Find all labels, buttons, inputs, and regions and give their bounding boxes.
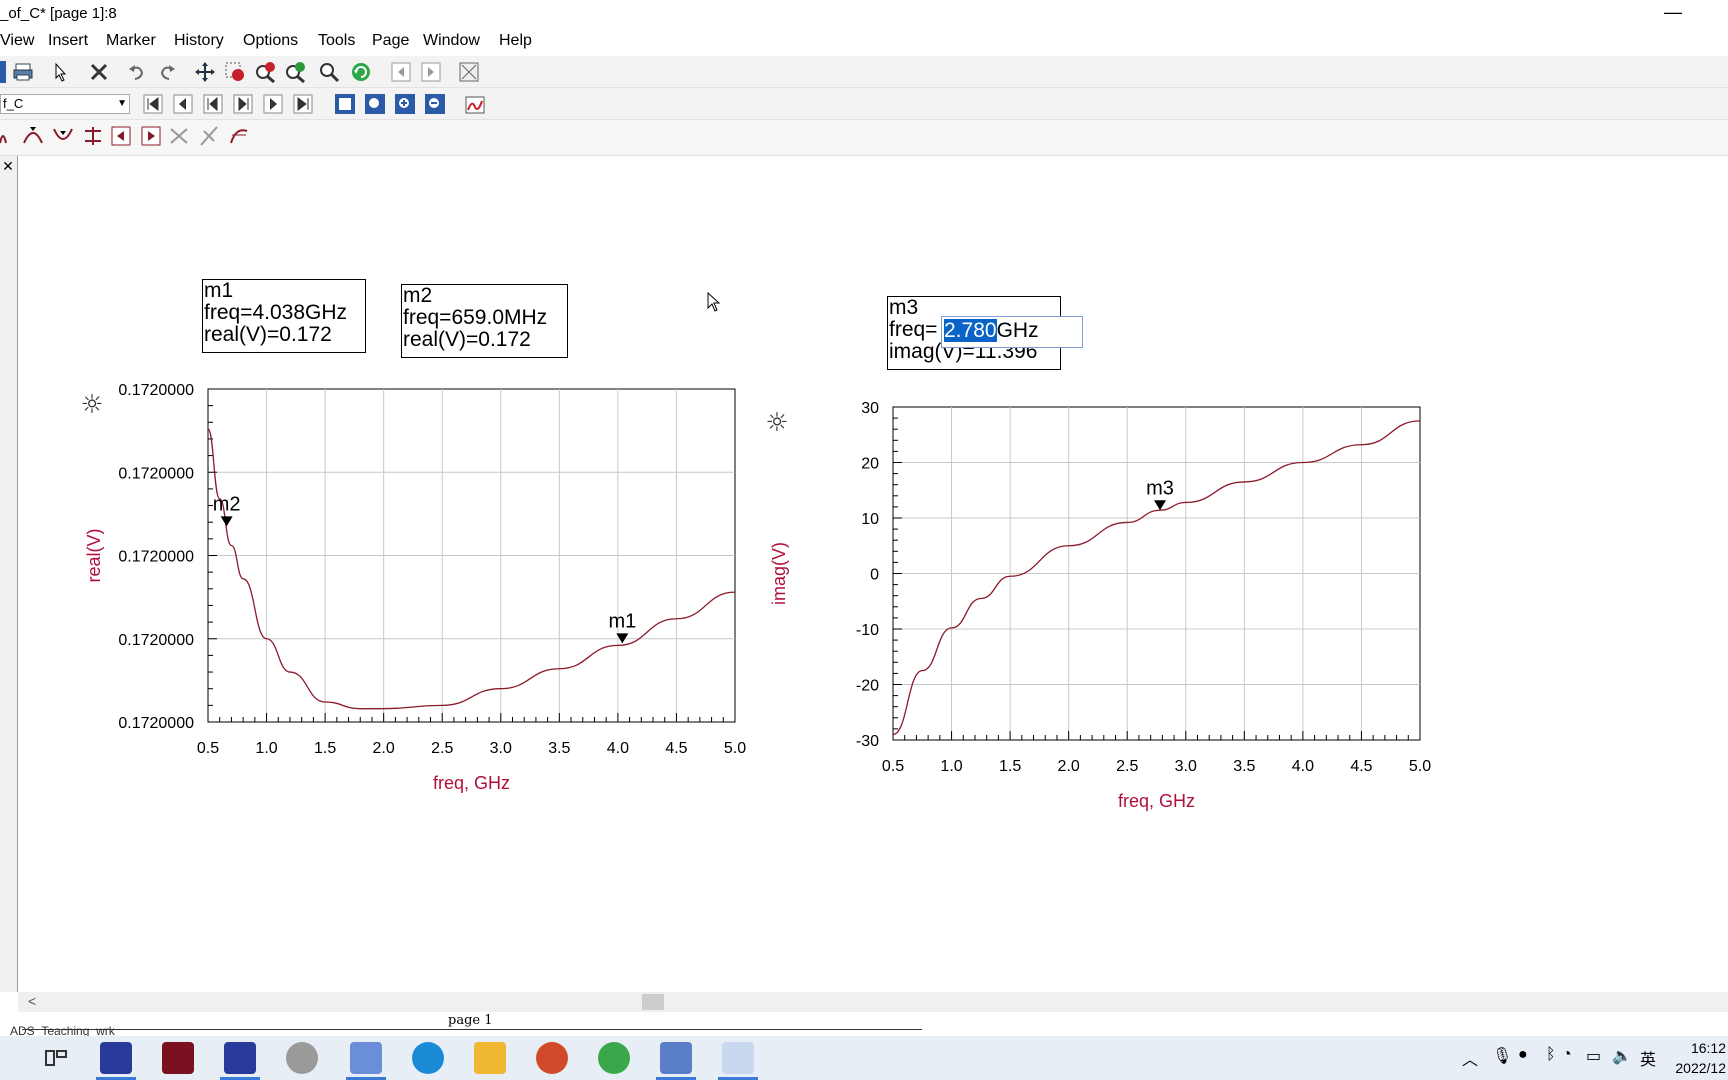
plot-imag-x-axis-label: freq, GHz: [1118, 791, 1195, 811]
avatar-app-icon[interactable]: [286, 1042, 318, 1074]
powerpoint-icon[interactable]: [536, 1042, 568, 1074]
plot-real-x-tick-label: 4.5: [665, 740, 687, 757]
plot-imag-x-tick-label: 2.0: [1058, 758, 1080, 775]
marker-m1-label: m1: [608, 610, 636, 632]
plot-real-y-tick-label: 0.1720000: [118, 465, 194, 482]
plot-real-x-axis-label: freq, GHz: [433, 773, 510, 793]
plot-real-x-tick-label: 4.0: [607, 740, 629, 757]
plot-real-x-tick-label: 5.0: [724, 740, 746, 757]
plot-real-x-tick-label: 3.5: [548, 740, 570, 757]
plot-imag-y-tick-label: -30: [856, 733, 879, 750]
chrome-browser-icon[interactable]: [598, 1042, 630, 1074]
marker-m2-freq: freq=659.0MHz: [403, 306, 548, 329]
status-bar: _ADS_Teaching_wrk: [0, 1024, 1728, 1038]
marker-m2-readout[interactable]: m2 freq=659.0MHz real(V)=0.172: [401, 284, 568, 358]
marker-m2-name: m2: [403, 284, 433, 307]
plot-real-x-tick-label: 2.0: [373, 740, 395, 757]
marker-m3-freq-unit: GHz: [996, 319, 1039, 342]
plot-imag-x-tick-label: 4.0: [1292, 758, 1314, 775]
plot-imag-x-tick-label: 3.0: [1175, 758, 1197, 775]
marker-m2-value: real(V)=0.172: [403, 328, 531, 351]
plot-real-x-tick-label: 1.5: [314, 740, 336, 757]
clock[interactable]: 16:12 2022/12: [1675, 1038, 1726, 1078]
plot-imag-x-tick-label: 4.5: [1350, 758, 1372, 775]
file-explorer-icon[interactable]: [474, 1042, 506, 1074]
plot-imag-settings-icon: ☼: [765, 408, 788, 438]
plot-real-y-tick-label: 0.1720000: [118, 632, 194, 649]
ads-app-icon[interactable]: [100, 1042, 132, 1074]
marker-m3-freq-selected: 2.780: [944, 319, 997, 342]
bluetooth-icon[interactable]: ᛒ: [1546, 1046, 1556, 1064]
plot-real-y-tick-label: 0.1720000: [118, 549, 194, 566]
plot-imag-y-tick-label: 0: [870, 567, 879, 584]
wifi-icon[interactable]: ◔: [1562, 1046, 1572, 1064]
plot-real-x-tick-label: 2.5: [431, 740, 453, 757]
plot-real-y-tick-label: 0.1720000: [118, 715, 194, 732]
window-app-icon[interactable]: [660, 1042, 692, 1074]
plot-real-settings-icon: ☼: [80, 390, 103, 420]
plot-real-x-tick-label: 3.0: [490, 740, 512, 757]
plot-imag-y-tick-label: 20: [861, 456, 879, 473]
qq-icon[interactable]: ●: [1518, 1046, 1528, 1064]
plot-imag-y-axis-label: imag(V): [769, 542, 789, 605]
plots-layer: 0.5 1.0 1.5 2.0 2.5 3.0 3.5 4.0 4.5 5.00.17200000…: [80, 382, 1431, 811]
plot-real-x-tick-label: 0.5: [197, 740, 219, 757]
plot-imag-x-tick-label: 0.5: [882, 758, 904, 775]
marker-m1-freq: freq=4.038GHz: [204, 301, 348, 324]
marker-m3-label: m3: [1146, 477, 1174, 499]
plot-real-y-tick-label: 0.1720000: [118, 382, 194, 399]
plot-imag-x-tick-label: 5.0: [1409, 758, 1431, 775]
plot-imag-y-tick-label: 30: [861, 400, 879, 417]
edge-browser-icon[interactable]: [412, 1042, 444, 1074]
horizontal-scrollbar[interactable]: <: [18, 992, 1728, 1012]
data-display-app-icon[interactable]: [722, 1042, 754, 1074]
scroll-thumb[interactable]: [642, 994, 664, 1010]
ime-indicator[interactable]: 英: [1640, 1046, 1656, 1070]
battery-icon[interactable]: ▭: [1586, 1046, 1601, 1066]
scroll-left-icon[interactable]: <: [28, 993, 36, 1009]
plot-imag-x-tick-label: 1.0: [940, 758, 962, 775]
clock-date: 2022/12: [1675, 1060, 1726, 1076]
plot-imag-y-tick-label: 10: [861, 511, 879, 528]
marker-m2-label: m2: [213, 493, 241, 515]
ads-layout-icon[interactable]: [162, 1042, 194, 1074]
plot-real-y-axis-label: real(V): [84, 528, 104, 582]
task-view-icon[interactable]: [40, 1042, 72, 1074]
notes-app-icon[interactable]: [350, 1042, 382, 1074]
tray-chevron-up-icon[interactable]: ︿: [1462, 1046, 1478, 1070]
plot-imag-x-tick-label: 1.5: [999, 758, 1021, 775]
marker-m1-name: m1: [204, 279, 234, 302]
marker-m1-readout[interactable]: m1 freq=4.038GHz real(V)=0.172: [202, 279, 366, 353]
clock-time: 16:12: [1690, 1040, 1726, 1056]
plot-imag-x-tick-label: 2.5: [1116, 758, 1138, 775]
plot-real-x-tick-label: 1.0: [255, 740, 277, 757]
os-taskbar: ︿ 🎙 ● ᛒ ◔ ▭ 🔈 英 16:12 2022/12: [0, 1036, 1728, 1080]
plot-imag-y-tick-label: -20: [856, 678, 879, 695]
plot-imag-x-tick-label: 3.5: [1233, 758, 1255, 775]
volume-icon[interactable]: 🔈: [1612, 1046, 1632, 1066]
plot-imag-y-tick-label: -10: [856, 622, 879, 639]
mouse-cursor-icon: [707, 292, 721, 312]
ads-schematic-icon[interactable]: [224, 1042, 256, 1074]
microphone-icon[interactable]: 🎙: [1492, 1046, 1512, 1066]
marker-m3-freq-input[interactable]: 2.780GHz: [941, 316, 1083, 348]
marker-m1-value: real(V)=0.172: [204, 323, 332, 346]
